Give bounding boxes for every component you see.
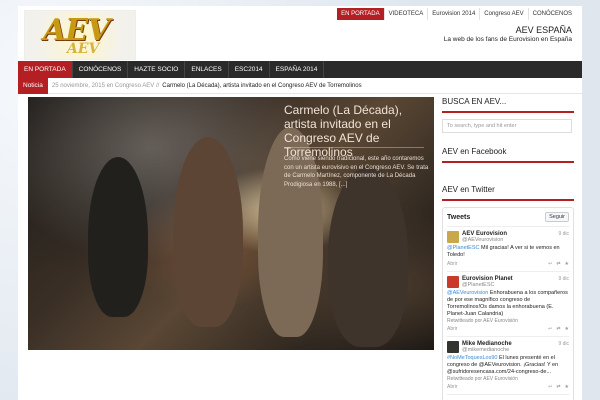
favorite-icon[interactable]: ★ xyxy=(565,326,569,332)
tweet: AEV Eurovision @AEVeurovision 9 dic @Pla… xyxy=(447,227,569,272)
photo-figure xyxy=(88,157,148,317)
open-link[interactable]: Abrir xyxy=(447,326,458,332)
tweet-mention[interactable]: @AEVeurovision xyxy=(447,290,488,296)
mainnav-en-portada[interactable]: EN PORTADA xyxy=(18,61,73,78)
tweet: Eurovision Planet @PlanetESC 9 dic @AEVe… xyxy=(447,272,569,337)
retweet-icon[interactable]: ⇄ xyxy=(556,384,560,390)
mainnav-enlaces[interactable]: ENLACES xyxy=(185,61,229,78)
topnav-conocenos[interactable]: CONÓCENOS xyxy=(527,8,576,20)
site-title: AEV ESPAÑA xyxy=(515,25,572,35)
tweet-handle[interactable]: @AEVeurovision xyxy=(462,237,569,243)
ticker-label: Noticia xyxy=(18,77,48,94)
favorite-icon[interactable]: ★ xyxy=(565,384,569,390)
tweet-date[interactable]: 9 dic xyxy=(558,231,569,237)
featured-title[interactable]: Carmelo (La Década), artista invitado en… xyxy=(284,103,432,159)
search-input[interactable]: To search, type and hit enter xyxy=(442,119,572,133)
main-nav: EN PORTADA CONÓCENOS HAZTE SOCIO ENLACES… xyxy=(18,61,582,78)
tweet-text: @AEVeurovision Enhorabuena a los compañe… xyxy=(447,290,569,318)
retweet-note: Retwitteado por AEV Eurovisión xyxy=(447,318,518,324)
photo-figure xyxy=(328,167,408,347)
top-nav: EN PORTADA VIDEOTECA Eurovision 2014 Con… xyxy=(337,8,576,20)
facebook-widget-title: AEV en Facebook xyxy=(442,147,574,163)
page: EN PORTADA VIDEOTECA Eurovision 2014 Con… xyxy=(18,6,582,400)
tweet: Mike Medianoche @mikemedianoche 9 dic #N… xyxy=(447,337,569,395)
tweet-actions: Abrir ↩ ⇄ ★ xyxy=(447,261,569,267)
tweet-handle[interactable]: @PlanetESC xyxy=(462,282,569,288)
reply-icon[interactable]: ↩ xyxy=(548,261,552,267)
timeline-title: Tweets xyxy=(447,213,471,221)
retweet-icon[interactable]: ⇄ xyxy=(556,326,560,332)
mainnav-conocenos[interactable]: CONÓCENOS xyxy=(73,61,129,78)
favorite-icon[interactable]: ★ xyxy=(565,261,569,267)
tweet-date[interactable]: 9 dic xyxy=(558,276,569,282)
avatar[interactable] xyxy=(447,231,459,243)
site-description: La web de los fans de Eurovision en Espa… xyxy=(443,36,572,43)
ticker-title-link[interactable]: Carmelo (La Década), artista invitado en… xyxy=(162,83,361,89)
tweet-text: @PlanetESC Mil gracias! A ver si te vemo… xyxy=(447,245,569,259)
retweet-note: Retwitteado por AEV Eurovisión xyxy=(447,376,518,382)
sidebar: BUSCA EN AEV... To search, type and hit … xyxy=(442,97,574,400)
tweet-date[interactable]: 9 dic xyxy=(558,341,569,347)
featured-excerpt: Como viene siendo tradicional, este año … xyxy=(284,156,429,188)
mainnav-esc2014[interactable]: ESC2014 xyxy=(229,61,270,78)
topnav-congreso-aev[interactable]: Congreso AEV xyxy=(479,8,527,20)
topnav-videoteca[interactable]: VIDEOTECA xyxy=(383,8,428,20)
reply-icon[interactable]: ↩ xyxy=(548,326,552,332)
avatar[interactable] xyxy=(447,276,459,288)
photo-figure xyxy=(173,137,243,327)
search-widget-title: BUSCA EN AEV... xyxy=(442,97,574,113)
timeline-header: Tweets Seguir xyxy=(447,212,569,227)
tweet-actions: Abrir ↩ ⇄ ★ xyxy=(447,326,569,332)
topnav-en-portada[interactable]: EN PORTADA xyxy=(337,8,384,20)
news-ticker: Noticia 25 noviembre, 2015 en Congreso A… xyxy=(18,77,582,94)
follow-button[interactable]: Seguir xyxy=(545,212,569,222)
twitter-widget-title: AEV en Twitter xyxy=(442,185,574,201)
featured-post[interactable]: Carmelo (La Década), artista invitado en… xyxy=(28,97,434,350)
tweet-text: #NoMeToquesLos90 El lunes presenté en el… xyxy=(447,355,569,376)
tweet-actions: Abrir ↩ ⇄ ★ xyxy=(447,384,569,390)
tweet-hashtag[interactable]: #NoMeToquesLos90 xyxy=(447,355,497,361)
mainnav-hazte-socio[interactable]: HAZTE SOCIO xyxy=(128,61,186,78)
open-link[interactable]: Abrir xyxy=(447,261,458,267)
tweet-handle[interactable]: @mikemedianoche xyxy=(462,347,569,353)
topnav-eurovision-2014[interactable]: Eurovision 2014 xyxy=(427,8,479,20)
avatar[interactable] xyxy=(447,341,459,353)
ticker-meta: 25 noviembre, 2015 en Congreso AEV // xyxy=(51,82,160,89)
twitter-timeline[interactable]: Tweets Seguir AEV Eurovision @AEVeurovis… xyxy=(442,207,574,400)
reply-icon[interactable]: ↩ xyxy=(548,384,552,390)
tweet-mention[interactable]: @PlanetESC xyxy=(447,245,480,251)
open-link[interactable]: Abrir xyxy=(447,384,458,390)
logo-subtext: AEV xyxy=(67,41,100,57)
divider xyxy=(284,147,424,148)
retweet-icon[interactable]: ⇄ xyxy=(556,261,560,267)
mainnav-espana-2014[interactable]: ESPAÑA 2014 xyxy=(270,61,325,78)
site-logo[interactable]: AEV AEV xyxy=(24,10,136,60)
